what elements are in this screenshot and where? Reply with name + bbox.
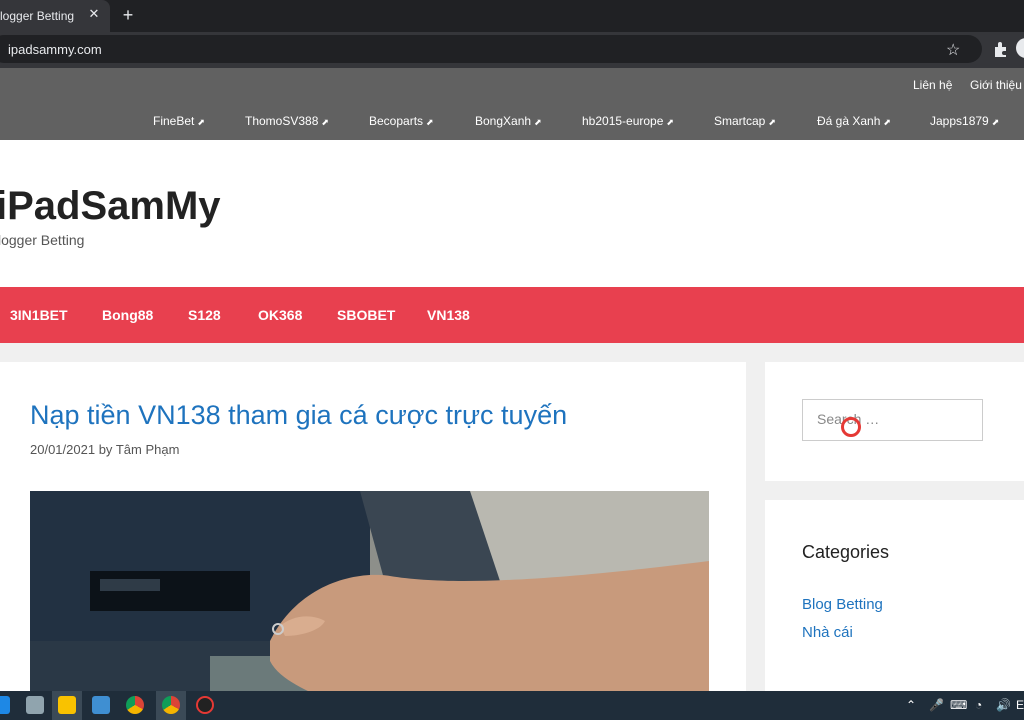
nav-link-gioi-thieu[interactable]: Giới thiệu	[970, 78, 1022, 92]
site-title[interactable]: iPadSamMy	[0, 184, 221, 229]
cortana-icon[interactable]	[0, 696, 10, 714]
article: Nạp tiền VN138 tham gia cá cược trực tuy…	[0, 362, 746, 702]
browser-tab[interactable]: logger Betting ✕	[0, 0, 110, 32]
menu-item-ok368[interactable]: OK368	[258, 307, 302, 323]
nav-link-japps1879[interactable]: Japps1879 ⬈	[930, 114, 999, 128]
browser-toolbar: ipadsammy.com ☆	[0, 32, 1024, 68]
top-navigation: Liên hệ Giới thiệu FineBet ⬈ ThomoSV388 ⬈ …	[0, 68, 1024, 140]
language-icon[interactable]: E	[1016, 698, 1024, 712]
search-widget	[765, 362, 1024, 481]
browser-tabstrip: logger Betting ✕ +	[0, 0, 1024, 32]
new-tab-icon[interactable]: +	[118, 5, 138, 25]
category-link-nha-cai[interactable]: Nhà cái	[802, 624, 853, 641]
mouse-cursor-highlight-icon	[841, 417, 861, 437]
external-link-icon: ⬈	[321, 117, 329, 127]
sticky-notes-icon[interactable]	[58, 696, 76, 714]
tab-title: logger Betting	[0, 9, 75, 23]
chrome-icon[interactable]	[126, 696, 144, 714]
search-field[interactable]	[802, 399, 983, 441]
main-navigation: 3IN1BET Bong88 S128 OK368 SBOBET VN138	[0, 287, 1024, 343]
microphone-icon[interactable]: 🎤	[929, 698, 944, 712]
external-link-icon: ⬈	[991, 117, 1000, 127]
ime-icon[interactable]: ⌨	[950, 698, 967, 712]
external-link-icon: ⬈	[534, 117, 542, 127]
menu-item-s128[interactable]: S128	[188, 307, 221, 323]
nav-link-becoparts[interactable]: Becoparts ⬈	[369, 114, 434, 128]
menu-item-3in1bet[interactable]: 3IN1BET	[10, 307, 68, 323]
menu-item-bong88[interactable]: Bong88	[102, 307, 153, 323]
post-author[interactable]: Tâm Phạm	[116, 442, 180, 457]
categories-widget: Categories Blog Betting Nhà cái	[765, 500, 1024, 700]
nav-link-bongxanh[interactable]: BongXanh ⬈	[475, 114, 542, 128]
external-link-icon: ⬈	[768, 117, 776, 127]
taskbar: ⌃ 🎤 ⌨ ◔ 🔊 E	[0, 691, 1024, 720]
external-link-icon: ⬈	[666, 117, 674, 127]
bookmark-star-icon[interactable]: ☆	[946, 40, 960, 60]
nav-link-thomosv388[interactable]: ThomoSV388 ⬈	[245, 114, 329, 128]
wifi-icon[interactable]: ◔	[975, 698, 982, 712]
recorder-icon[interactable]	[196, 696, 214, 714]
close-tab-icon[interactable]: ✕	[86, 6, 102, 22]
menu-item-sbobet[interactable]: SBOBET	[337, 307, 395, 323]
post-title[interactable]: Nạp tiền VN138 tham gia cá cược trực tuy…	[30, 400, 567, 431]
site-description: logger Betting	[0, 232, 85, 248]
menu-item-vn138[interactable]: VN138	[427, 307, 470, 323]
nav-link-lien-he[interactable]: Liên hệ	[913, 78, 952, 92]
featured-image[interactable]	[30, 491, 709, 702]
atm-photo	[30, 491, 709, 702]
category-link-blog-betting[interactable]: Blog Betting	[802, 596, 883, 613]
categories-title: Categories	[802, 542, 890, 562]
external-link-icon: ⬈	[426, 117, 434, 127]
chrome-active-icon[interactable]	[162, 696, 180, 714]
post-meta: 20/01/2021 by Tâm Phạm	[30, 442, 179, 457]
extensions-icon[interactable]	[992, 40, 1010, 58]
chevron-up-icon[interactable]: ⌃	[906, 698, 916, 712]
volume-icon[interactable]: 🔊	[996, 698, 1011, 712]
desktop-app-icon[interactable]	[92, 696, 110, 714]
nav-link-smartcap[interactable]: Smartcap ⬈	[714, 114, 776, 128]
address-bar[interactable]: ipadsammy.com ☆	[0, 35, 982, 63]
post-date[interactable]: 20/01/2021	[30, 442, 95, 457]
nav-link-hb2015-europe[interactable]: hb2015-europe ⬈	[582, 114, 674, 128]
post-by: by	[98, 442, 113, 457]
external-link-icon: ⬈	[197, 117, 205, 127]
search-input[interactable]	[803, 400, 967, 438]
task-view-icon[interactable]	[26, 696, 44, 714]
nav-link-da-ga-xanh[interactable]: Đá gà Xanh ⬈	[817, 114, 891, 128]
site-header: iPadSamMy logger Betting	[0, 140, 1024, 287]
external-link-icon: ⬈	[883, 117, 891, 127]
url-text: ipadsammy.com	[8, 42, 102, 57]
nav-link-finebet[interactable]: FineBet ⬈	[153, 114, 205, 128]
